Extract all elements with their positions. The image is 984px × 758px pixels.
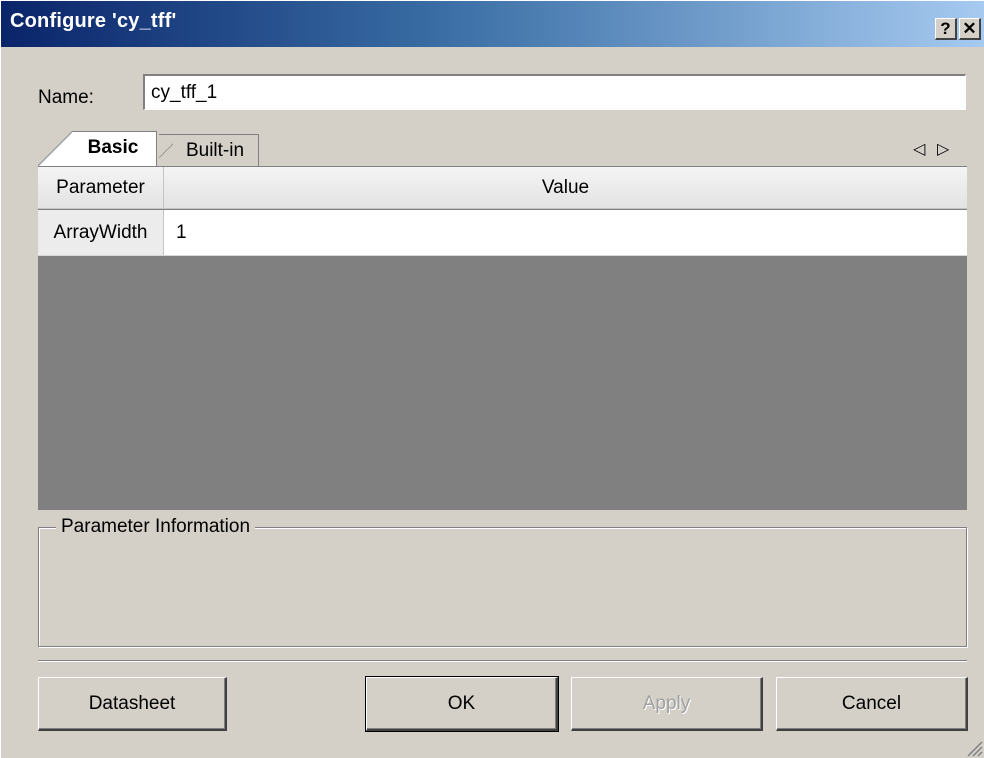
row-parameter-value[interactable]: 1 — [176, 210, 187, 255]
close-icon: ✕ — [962, 18, 977, 38]
parameter-information-group: Parameter Information — [38, 516, 967, 647]
name-label: Name: — [38, 87, 94, 108]
apply-button[interactable]: Apply — [571, 677, 763, 731]
name-input[interactable] — [143, 74, 966, 110]
table-row[interactable]: ArrayWidth 1 — [38, 210, 967, 256]
grid-header: Parameter Value — [38, 167, 967, 209]
parameter-information-label: Parameter Information — [56, 516, 256, 538]
tab-built-in-label: Built-in — [185, 140, 245, 161]
tab-basic[interactable]: Basic — [38, 131, 157, 166]
resize-grip-icon[interactable] — [963, 737, 983, 757]
column-header-value[interactable]: Value — [164, 167, 967, 209]
dialog-title: Configure 'cy_tff' — [10, 10, 177, 32]
ok-button[interactable]: OK — [365, 676, 559, 732]
parameter-grid: Parameter Value ArrayWidth 1 — [38, 166, 967, 510]
configure-dialog: Configure 'cy_tff' ? ✕ Name: Basic Built… — [0, 0, 984, 758]
datasheet-button[interactable]: Datasheet — [38, 677, 227, 731]
tab-scroll-right-icon[interactable]: ▷ — [937, 139, 949, 159]
tab-basic-label: Basic — [87, 137, 139, 158]
help-icon: ? — [940, 18, 951, 38]
column-header-parameter[interactable]: Parameter — [38, 167, 164, 209]
help-button[interactable]: ? — [935, 18, 957, 40]
cancel-button[interactable]: Cancel — [776, 677, 968, 731]
divider — [38, 660, 967, 662]
tab-built-in[interactable]: Built-in — [159, 134, 259, 166]
close-button[interactable]: ✕ — [959, 18, 981, 40]
tab-scroll-left-icon[interactable]: ◁ — [913, 139, 925, 159]
title-bar[interactable]: Configure 'cy_tff' ? ✕ — [1, 1, 984, 47]
row-parameter-name[interactable]: ArrayWidth — [38, 210, 164, 255]
